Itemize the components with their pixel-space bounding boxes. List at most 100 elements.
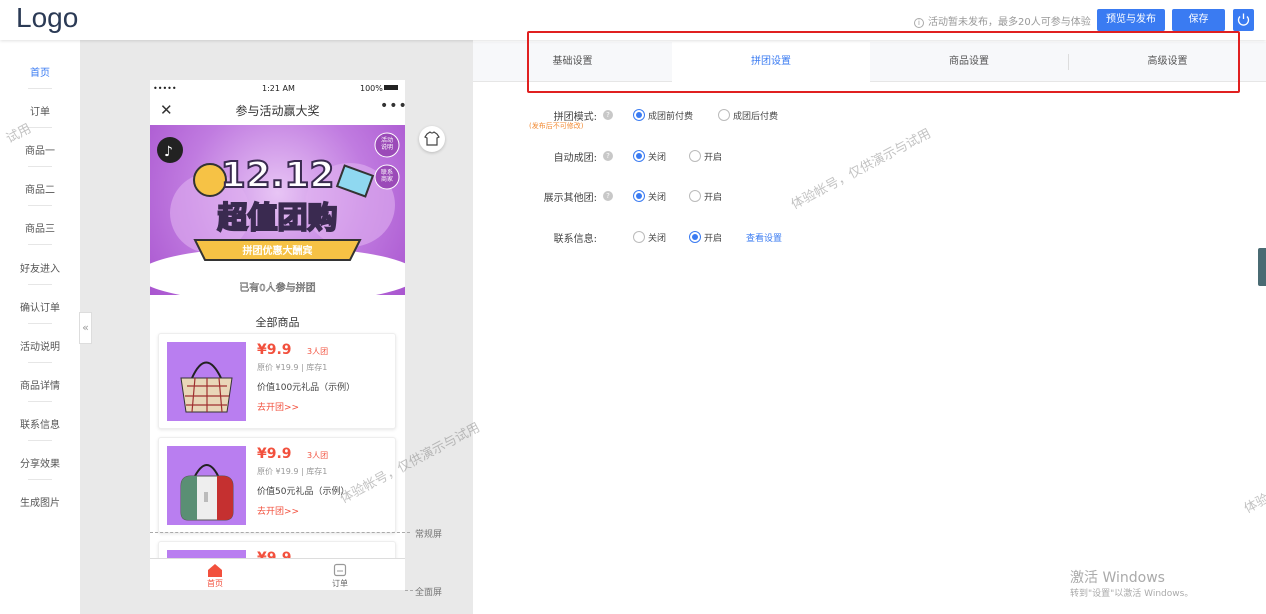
activity-rules-button[interactable]: 活动说明 <box>379 137 395 151</box>
power-button[interactable] <box>1233 9 1254 31</box>
group-mode-note: (发布后不可修改) <box>529 122 584 130</box>
tab-group-settings[interactable]: 拼团设置 <box>672 42 870 82</box>
phone-tab-bar: 首页 订单 <box>150 558 405 590</box>
sidebar-item-friend-entry[interactable]: 好友进入 <box>0 260 80 275</box>
sidebar-item-product-2[interactable]: 商品二 <box>0 181 80 196</box>
show-other-label: 展示其他团: <box>543 193 597 204</box>
help-icon[interactable]: ? <box>603 151 613 161</box>
radio-show-other-off[interactable] <box>633 190 645 202</box>
radio-pay-after[interactable] <box>718 109 730 121</box>
banner-ribbon: 拼团优惠大酬宾 <box>242 246 313 257</box>
participant-count: 已有0人参与拼团 <box>239 283 316 295</box>
full-screen-label: 全面屏 <box>415 588 443 598</box>
product-image <box>167 446 246 525</box>
help-icon[interactable]: ? <box>603 110 613 120</box>
tab-advanced-settings[interactable]: 高级设置 <box>1069 42 1266 82</box>
radio-show-other-on-label: 开启 <box>704 193 723 203</box>
divider <box>28 479 52 480</box>
publish-notice: i 活动暂未发布，最多20人可参与体验 <box>914 13 1091 28</box>
help-icon[interactable]: ? <box>603 191 613 201</box>
shirt-icon <box>424 131 440 146</box>
form-row-auto-group: 自动成团: ? 关闭 开启 <box>473 149 873 169</box>
logo: Logo <box>16 2 79 33</box>
divider <box>28 127 52 128</box>
radio-auto-off-label: 关闭 <box>648 153 667 163</box>
handbag-image <box>180 464 234 521</box>
divider <box>28 362 52 363</box>
original-price-stock: 原价 ¥19.9 | 库存1 <box>257 363 328 372</box>
sidebar-item-contact-info[interactable]: 联系信息 <box>0 416 80 431</box>
notice-text: 活动暂未发布，最多20人可参与体验 <box>928 17 1091 28</box>
home-icon[interactable] <box>205 562 225 577</box>
product-image <box>167 342 246 421</box>
phone-preview: ••••• 1:21 AM 100% ✕ 参与活动赢大奖 ••• ♪ 12.12… <box>150 80 405 590</box>
info-icon: i <box>914 18 924 28</box>
save-button[interactable]: 保存 <box>1172 9 1225 31</box>
sidebar-item-activity-info[interactable]: 活动说明 <box>0 338 80 353</box>
promo-banner: ♪ 12.12 超值团购 拼团优惠大酬宾 已有0人参与拼团 活动说明 联系商家 <box>150 125 405 295</box>
form-row-contact: 联系信息: 关闭 开启 查看设置 <box>473 230 873 250</box>
phone-status-bar: ••••• 1:21 AM 100% <box>150 80 405 96</box>
normal-screen-label: 常规屏 <box>415 530 443 540</box>
group-size: 3人团 <box>307 347 329 356</box>
more-icon[interactable]: ••• <box>380 98 405 114</box>
radio-auto-on[interactable] <box>689 150 701 162</box>
sidebar-item-confirm-order[interactable]: 确认订单 <box>0 299 80 314</box>
full-screen-line <box>405 590 413 591</box>
orders-icon[interactable] <box>333 562 347 577</box>
divider <box>28 244 52 245</box>
radio-contact-on[interactable] <box>689 231 701 243</box>
battery-level: 100% <box>360 84 383 93</box>
radio-show-other-on[interactable] <box>689 190 701 202</box>
side-panel-handle[interactable] <box>1258 248 1266 286</box>
radio-auto-off[interactable] <box>633 150 645 162</box>
divider <box>28 205 52 206</box>
top-bar: Logo i 活动暂未发布，最多20人可参与体验 预览与发布 保存 <box>0 0 1266 40</box>
product-price: ¥9.9 <box>257 342 292 358</box>
windows-activation-title: 激活 Windows <box>1070 570 1165 586</box>
sidebar-item-orders[interactable]: 订单 <box>0 103 80 118</box>
form-row-group-mode: 拼团模式: (发布后不可修改) ? 成团前付费 成团后付费 <box>473 108 873 130</box>
original-price-stock: 原价 ¥19.9 | 库存1 <box>257 467 328 476</box>
collapse-sidebar-button[interactable]: « <box>79 312 92 344</box>
divider <box>28 401 52 402</box>
product-card[interactable]: ¥9.9 3人团 原价 ¥19.9 | 库存1 价值100元礼品（示例） 去开团… <box>158 333 396 429</box>
view-settings-link[interactable]: 查看设置 <box>746 231 782 244</box>
signal-dots: ••••• <box>153 84 177 93</box>
power-icon <box>1237 13 1250 26</box>
watermark: 体验帐号 <box>1241 479 1266 517</box>
sidebar-item-product-3[interactable]: 商品三 <box>0 220 80 235</box>
status-time: 1:21 AM <box>262 84 295 93</box>
radio-auto-on-label: 开启 <box>704 153 723 163</box>
sidebar-item-share-effect[interactable]: 分享效果 <box>0 455 80 470</box>
sidebar-item-generate-image[interactable]: 生成图片 <box>0 494 80 509</box>
divider <box>28 284 52 285</box>
start-group-link[interactable]: 去开团>> <box>257 400 299 413</box>
goods-section-title: 全部商品 <box>255 316 300 329</box>
tab-basic-settings[interactable]: 基础设置 <box>473 42 672 82</box>
product-description: 价值100元礼品（示例） <box>257 383 356 393</box>
radio-pay-before[interactable] <box>633 109 645 121</box>
banner-headline: 12.12 <box>220 154 336 197</box>
handbag-image <box>180 361 233 413</box>
divider <box>28 440 52 441</box>
preview-publish-button[interactable]: 预览与发布 <box>1097 9 1165 31</box>
contact-merchant-button[interactable]: 联系商家 <box>379 169 395 183</box>
theme-button[interactable] <box>419 126 445 152</box>
tab-product-settings[interactable]: 商品设置 <box>870 42 1068 82</box>
radio-pay-before-label: 成团前付费 <box>648 112 694 122</box>
divider <box>28 88 52 89</box>
phone-title-bar: ✕ 参与活动赢大奖 ••• <box>150 96 405 124</box>
sidebar-item-product-detail[interactable]: 商品详情 <box>0 377 80 392</box>
radio-show-other-off-label: 关闭 <box>648 193 667 203</box>
sidebar-item-home[interactable]: 首页 <box>0 64 80 79</box>
normal-screen-line <box>150 532 410 533</box>
group-size: 3人团 <box>307 451 329 460</box>
windows-activation-sub: 转到"设置"以激活 Windows。 <box>1070 589 1194 599</box>
radio-contact-on-label: 开启 <box>704 234 723 244</box>
contact-label: 联系信息: <box>553 234 597 245</box>
tab-home[interactable]: 首页 <box>190 578 240 589</box>
tab-orders[interactable]: 订单 <box>315 578 365 589</box>
radio-contact-off[interactable] <box>633 231 645 243</box>
start-group-link[interactable]: 去开团>> <box>257 504 299 517</box>
